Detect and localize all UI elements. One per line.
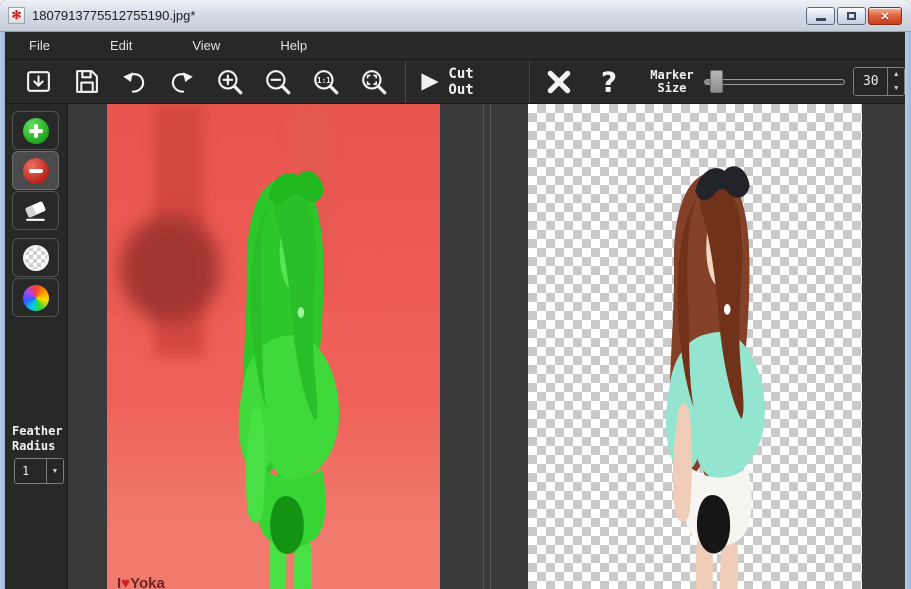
app-window: ✻ 1807913775512755190.jpg* ✕ File Edit V… [0,0,911,589]
marker-size-label: Marker Size [650,69,693,95]
cancel-x-icon [545,68,573,96]
toolbar-separator [405,61,406,103]
cutout-play-icon [418,69,440,95]
close-icon: ✕ [880,10,889,23]
minimize-button[interactable] [806,7,835,25]
undo-button[interactable] [119,67,149,97]
background-color-tool-button[interactable] [12,278,59,317]
zoom-in-button[interactable] [215,67,245,97]
source-image-pane[interactable]: I♥Yoka [107,104,440,589]
window-title: 1807913775512755190.jpg* [32,8,195,23]
eraser-tool-button[interactable] [12,191,59,230]
svg-text:?: ? [601,68,617,96]
pane-splitter [483,104,484,589]
result-preview-pane[interactable] [528,104,862,589]
menu-help[interactable]: Help [280,38,307,53]
open-image-button[interactable] [23,67,53,97]
zoom-in-icon [216,68,244,96]
toolbar: 1:1 Cut Out ? [5,60,905,104]
foreground-marked-person [187,153,377,589]
plus-circle-icon [23,118,49,144]
feather-radius-label: Feather Radius [12,424,63,454]
zoom-actual-icon: 1:1 [312,68,340,96]
cut-out-button[interactable]: Cut Out [418,66,499,98]
minus-circle-icon [23,158,49,184]
svg-text:1:1: 1:1 [317,76,331,85]
dropdown-arrow-icon[interactable]: ▼ [46,459,63,483]
spinner-down-icon[interactable]: ▼ [888,82,904,96]
window-frame [905,32,911,589]
save-icon [73,68,100,95]
tool-sidebar: Feather Radius 1 ▼ [5,104,68,589]
zoom-out-button[interactable] [263,67,293,97]
menu-edit[interactable]: Edit [110,38,132,53]
editor-canvas: I♥Yoka [68,104,905,589]
zoom-fit-icon [360,68,388,96]
maximize-icon [847,12,856,20]
marker-size-value[interactable]: 30 [854,68,887,95]
cut-out-label: Cut Out [448,66,499,98]
keep-marker-tool-button[interactable] [12,111,59,150]
maximize-button[interactable] [837,7,866,25]
zoom-fit-button[interactable] [359,67,389,97]
window-frame [0,32,5,589]
toolbar-separator [529,61,530,103]
menu-file[interactable]: File [29,38,50,53]
help-button[interactable]: ? [594,67,624,97]
app-icon: ✻ [8,7,25,24]
zoom-actual-button[interactable]: 1:1 [311,67,341,97]
menubar: File Edit View Help [5,32,905,60]
feather-radius-value[interactable]: 1 [15,459,46,483]
slider-track[interactable] [704,79,846,85]
heart-icon: ♥ [121,575,130,589]
spinner-up-icon[interactable]: ▲ [888,68,904,82]
help-question-icon: ? [595,68,623,96]
marker-size-slider[interactable] [704,70,846,94]
save-button[interactable] [71,67,101,97]
menu-view[interactable]: View [192,38,220,53]
pane-splitter [490,104,491,589]
remove-marker-tool-button[interactable] [12,151,59,190]
marker-size-spinner[interactable]: 30 ▲ ▼ [853,67,905,96]
checkerboard-circle-icon [23,245,49,271]
transparency-background-tool-button[interactable] [12,238,59,277]
watermark-text: I♥Yoka [117,575,165,589]
open-icon [25,68,52,95]
zoom-out-icon [264,68,292,96]
cutout-person [615,148,802,589]
redo-button[interactable] [167,67,197,97]
titlebar[interactable]: ✻ 1807913775512755190.jpg* ✕ [0,0,911,32]
minimize-icon [816,18,826,21]
eraser-icon [22,197,49,224]
redo-icon [168,68,196,96]
slider-handle[interactable] [710,70,723,93]
feather-radius-select[interactable]: 1 ▼ [14,458,64,484]
close-button[interactable]: ✕ [868,7,902,25]
cancel-button[interactable] [544,67,574,97]
color-wheel-icon [23,285,49,311]
undo-icon [120,68,148,96]
